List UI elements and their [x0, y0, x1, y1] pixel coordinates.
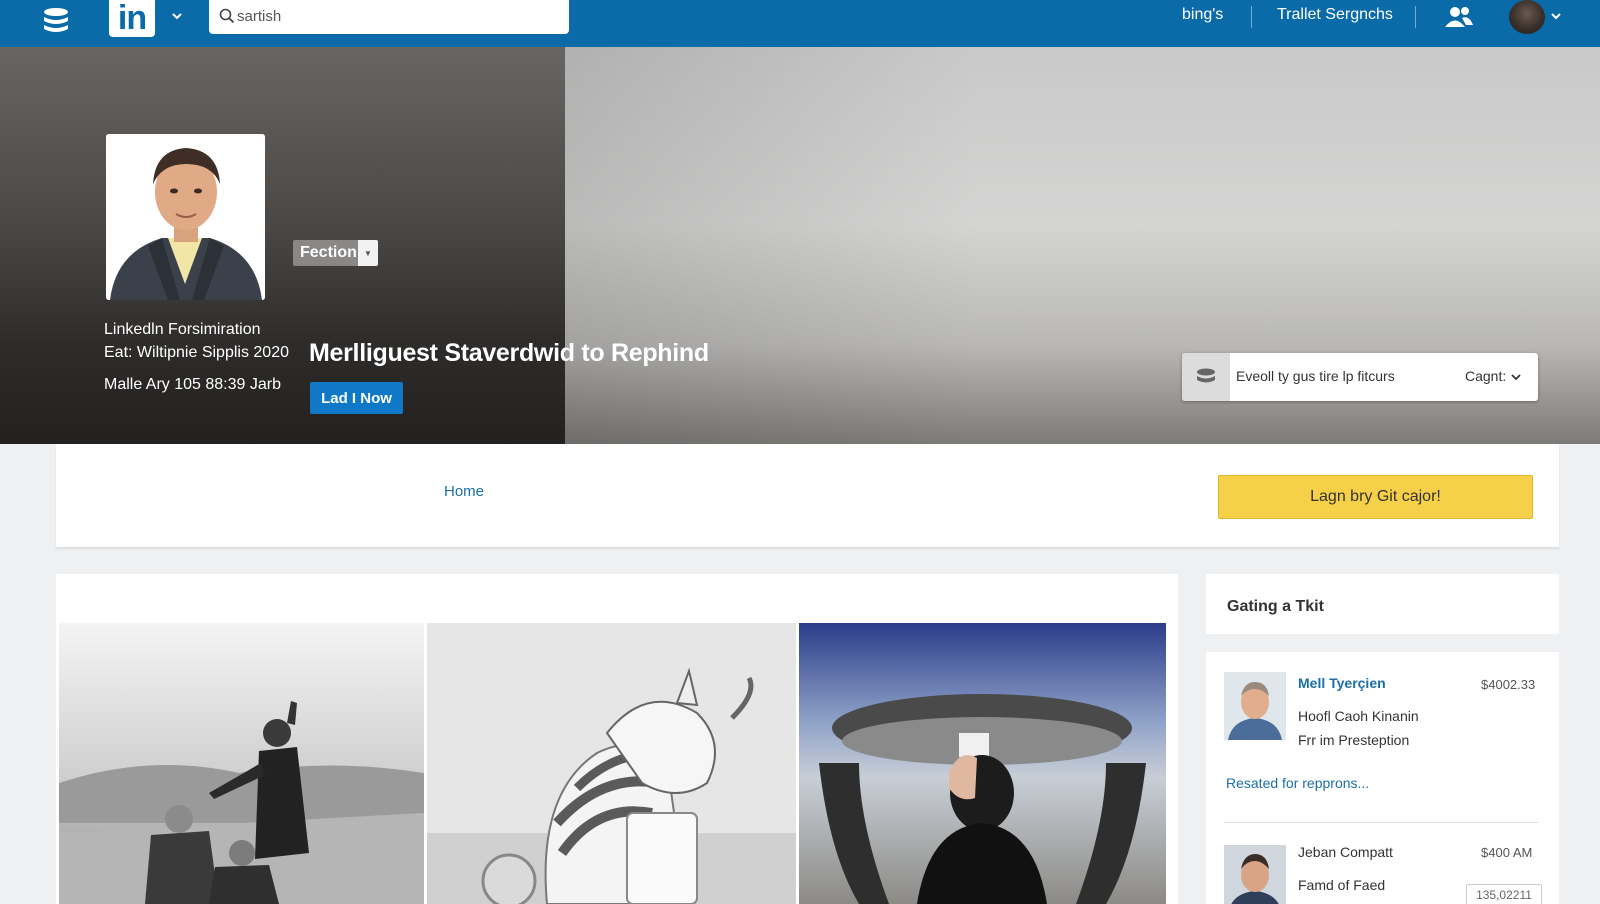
rail-item-price: $4002.33: [1481, 677, 1536, 692]
top-navbar: in bing's Trallet Sergnchs: [0, 0, 1600, 47]
rail-item-badge: 135,02211: [1466, 884, 1542, 904]
divider: [1224, 822, 1538, 823]
profile-action-dropdown[interactable]: Fection ▼: [293, 240, 378, 266]
rail-item-price: $400 AM: [1481, 845, 1533, 860]
avatar[interactable]: [1224, 672, 1286, 740]
profile-headline: Linkedln Forsimiration: [104, 321, 261, 338]
join-button[interactable]: Lagn bry Git cajor!: [1218, 475, 1533, 519]
rail-title: Gating a Tkit: [1227, 598, 1324, 615]
feed-photo-group[interactable]: [59, 623, 424, 904]
profile-detail: Eat: Wiltipnie Sipplis 2020: [104, 344, 289, 361]
rail-item-name[interactable]: Mell Tyerçien: [1298, 675, 1386, 691]
photo-feed: [56, 574, 1178, 904]
lead-now-button[interactable]: Lad I Now: [310, 382, 403, 414]
hero-dark-panel: [0, 47, 565, 444]
rail-item-line: Hoofl Caoh Kinanin: [1298, 708, 1419, 724]
search-input[interactable]: [237, 4, 557, 28]
people-icon[interactable]: [1444, 5, 1474, 29]
profile-nav-strip: Home Lagn bry Git cajor!: [56, 444, 1559, 547]
chevron-down-icon[interactable]: [170, 9, 184, 23]
rail-list: Mell Tyerçien $4002.33 Hoofl Caoh Kinani…: [1206, 652, 1559, 904]
search-bar[interactable]: [209, 0, 569, 34]
rail-item-name[interactable]: Jeban Compatt: [1298, 844, 1393, 860]
nav-divider: [1251, 6, 1252, 28]
rail-item-line: Frr im Prestеption: [1298, 732, 1410, 748]
profile-hero: Fection ▼ Linkedln Forsimiration Eat: Wi…: [0, 47, 1600, 444]
rail-item-line: Famd of Faed: [1298, 877, 1386, 893]
nav-divider: [1415, 6, 1416, 28]
rail-header: Gating a Tkit: [1206, 574, 1559, 634]
chevron-down-icon[interactable]: [1549, 9, 1563, 23]
profile-meta: Malle Ary 105 88:39 Jarb: [104, 376, 281, 393]
nav-link-trallet[interactable]: Trallet Sergnchs: [1277, 6, 1393, 26]
nav-link-bings[interactable]: bing's: [1182, 6, 1223, 26]
stack-icon: [1182, 353, 1230, 401]
filter-control[interactable]: Eveoll ty gus tire lp fitcurs Cagnt:: [1182, 353, 1538, 401]
feed-photo-portrait[interactable]: [799, 623, 1166, 904]
caret-down-icon[interactable]: ▼: [358, 240, 378, 266]
user-avatar[interactable]: [1509, 0, 1545, 34]
rail-see-more-link[interactable]: Resated for repprons...: [1226, 775, 1369, 791]
profile-photo[interactable]: [106, 134, 265, 300]
hero-title: Merlliguest Staverdwid to Rephind: [309, 339, 709, 367]
linkedin-logo[interactable]: in: [109, 0, 155, 37]
chevron-down-icon[interactable]: [1510, 371, 1522, 383]
stack-menu-icon[interactable]: [42, 5, 70, 35]
filter-select[interactable]: Cagnt:: [1465, 368, 1506, 384]
feed-photo-sculpture[interactable]: [427, 623, 796, 904]
tab-home[interactable]: Home: [444, 483, 484, 500]
avatar[interactable]: [1224, 845, 1286, 904]
filter-text: Eveoll ty gus tire lp fitcurs: [1236, 368, 1395, 384]
search-icon: [219, 8, 235, 24]
